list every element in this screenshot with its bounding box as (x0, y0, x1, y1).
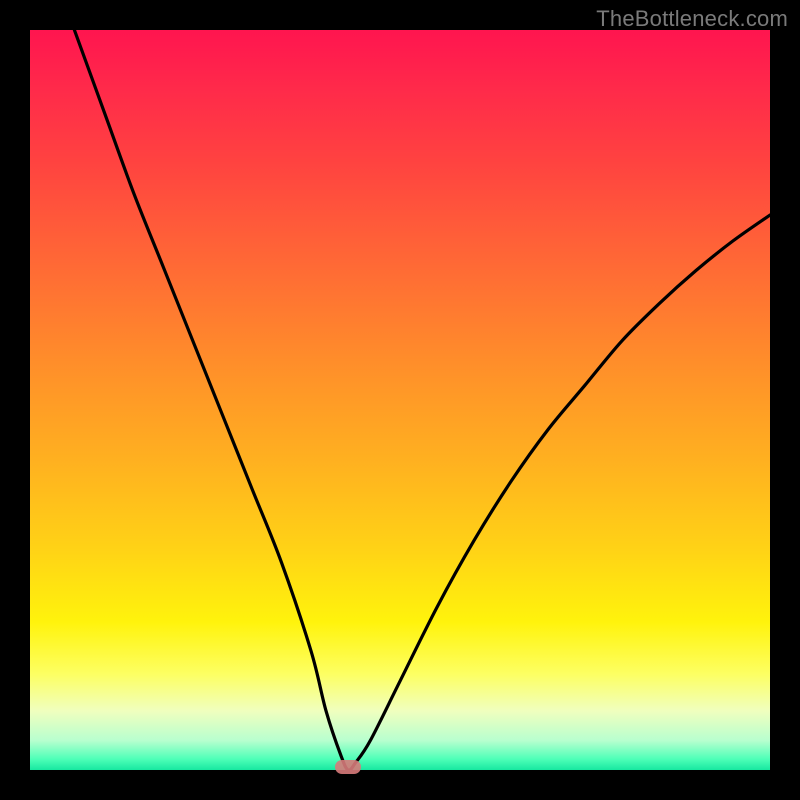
bottleneck-curve (30, 30, 770, 770)
plot-area (30, 30, 770, 770)
chart-frame: TheBottleneck.com (0, 0, 800, 800)
watermark-text: TheBottleneck.com (596, 6, 788, 32)
minimum-marker (335, 760, 361, 774)
curve-path (74, 30, 770, 770)
